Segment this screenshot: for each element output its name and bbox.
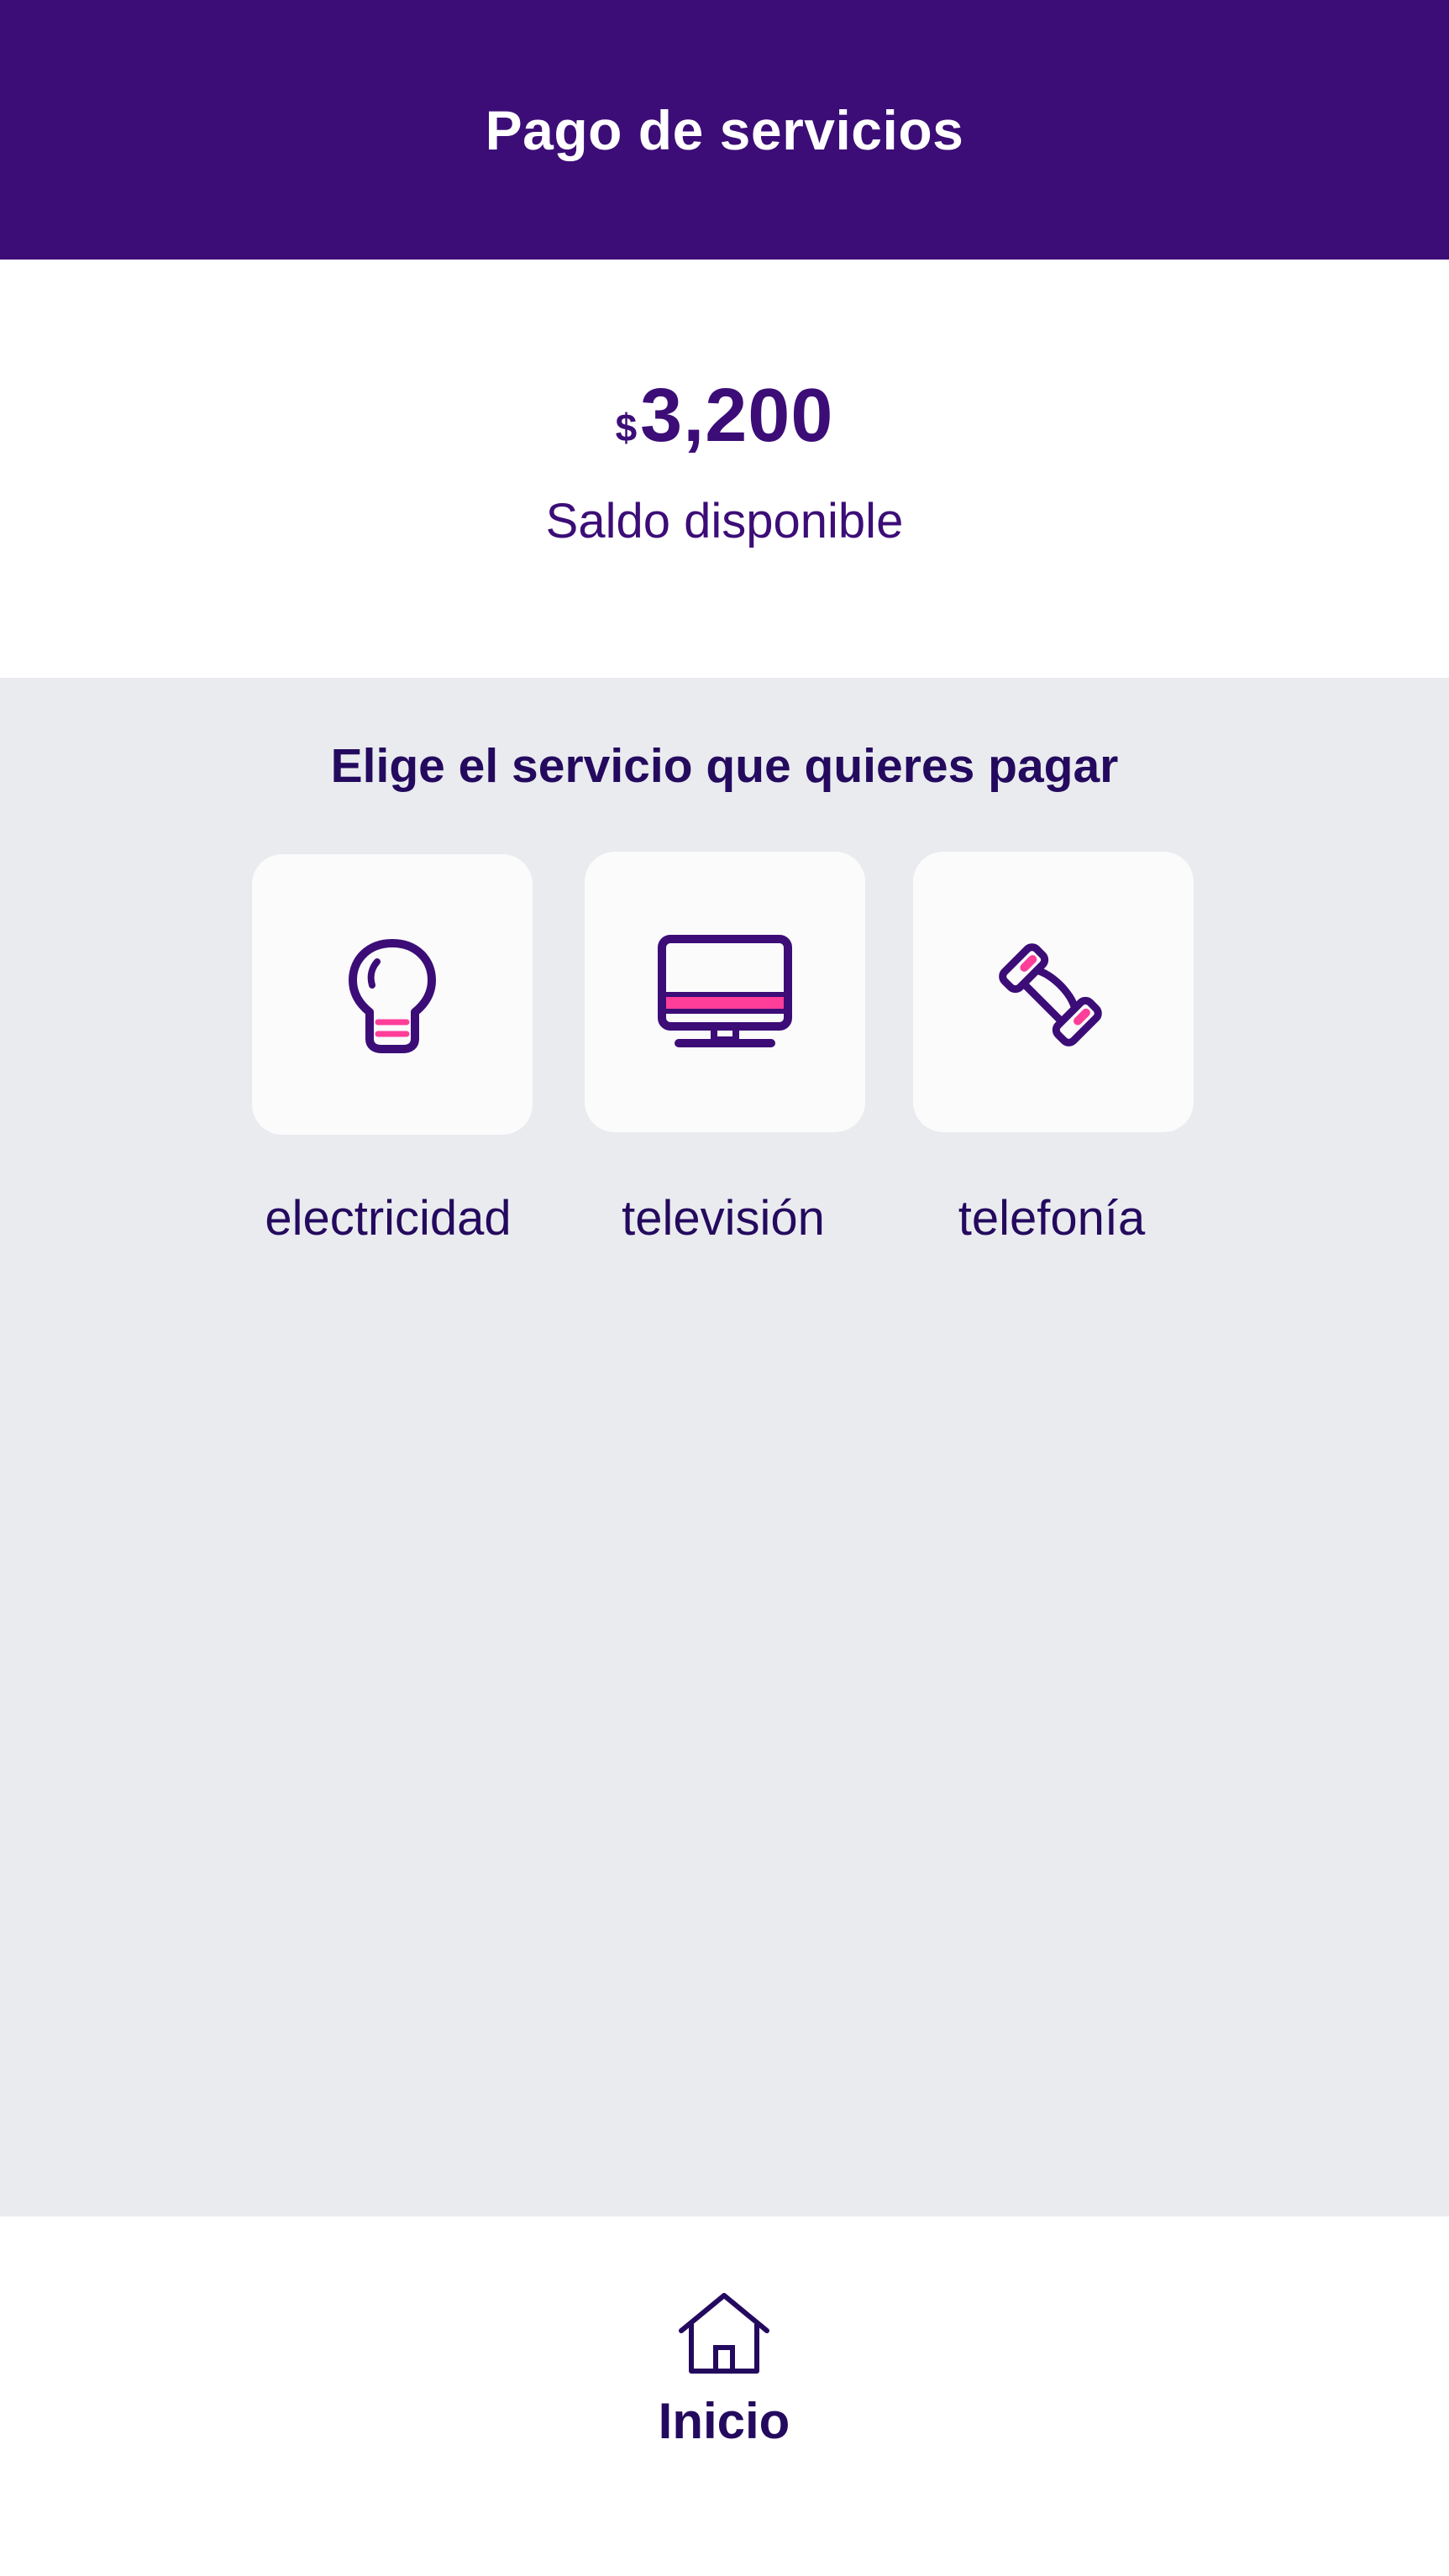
services-heading: Elige el servicio que quieres pagar (330, 739, 1119, 793)
app-header: Pago de servicios (0, 0, 1449, 260)
currency-symbol: $ (615, 406, 638, 449)
home-icon (678, 2292, 770, 2380)
service-card-electricidad[interactable] (252, 854, 533, 1135)
service-label-telefonia: telefonía (958, 1191, 1146, 1246)
lightbulb-icon (338, 931, 447, 1057)
nav-home-label: Inicio (658, 2393, 790, 2449)
balance-amount: $3,200 (0, 373, 1449, 459)
page-title: Pago de servicios (485, 98, 964, 161)
bottom-navigation: Inicio (0, 2217, 1449, 2576)
service-label-electricidad: electricidad (265, 1191, 512, 1246)
monitor-icon (654, 929, 796, 1055)
nav-home-button[interactable]: Inicio (598, 2292, 850, 2477)
service-card-telefonia[interactable] (913, 852, 1194, 1132)
service-card-television[interactable] (585, 852, 865, 1132)
phone-icon (986, 925, 1121, 1059)
balance-label: Saldo disponible (545, 494, 904, 548)
service-label-television: televisión (622, 1191, 825, 1246)
balance-section: $3,200 Saldo disponible (0, 260, 1449, 678)
services-section: Elige el servicio que quieres pagar elec… (0, 678, 1449, 2217)
balance-value: 3,200 (640, 374, 834, 458)
